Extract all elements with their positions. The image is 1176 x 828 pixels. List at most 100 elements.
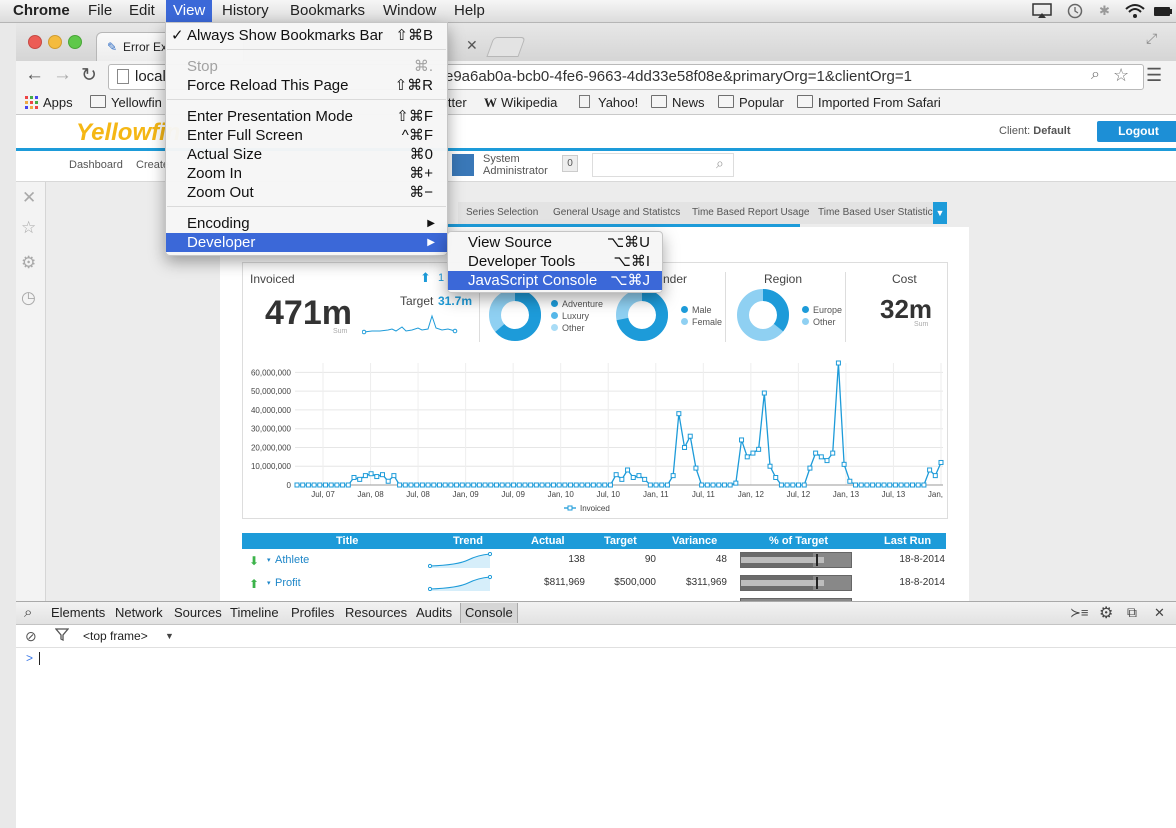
menu-item-label: View Source <box>468 234 552 251</box>
star-icon[interactable]: ☆ <box>21 218 36 238</box>
menu-item-enter-presentation-mode[interactable]: Enter Presentation Mode ⇧⌘F <box>166 107 447 126</box>
history-icon[interactable]: ◷ <box>21 288 36 308</box>
bookmark-apps[interactable]: Apps <box>25 95 73 111</box>
tabs-dropdown-icon[interactable]: ▼ <box>933 202 947 224</box>
zoom-window-button[interactable] <box>68 35 82 49</box>
avatar[interactable] <box>452 154 474 176</box>
menu-window[interactable]: Window <box>376 0 443 22</box>
bookmark-twitter[interactable]: itter <box>445 95 467 111</box>
reload-icon[interactable]: ↻ <box>81 64 97 87</box>
menu-help[interactable]: Help <box>447 0 492 22</box>
frame-selector[interactable]: <top frame> <box>83 629 148 643</box>
category-donut <box>489 289 541 341</box>
filter-icon[interactable] <box>54 627 70 644</box>
fullscreen-icon[interactable]: ⤢ <box>1146 30 1157 47</box>
tab-series-selection[interactable]: Series Selection <box>458 202 548 224</box>
data-point <box>682 444 688 450</box>
forward-arrow-icon[interactable]: → <box>53 64 72 86</box>
col-variance[interactable]: Variance <box>672 533 717 549</box>
menu-view[interactable]: View <box>166 0 213 22</box>
menu-history[interactable]: History <box>215 0 276 22</box>
menu-item-force-reload[interactable]: Force Reload This Page ⇧⌘R <box>166 76 447 95</box>
logout-button[interactable]: Logout <box>1097 121 1176 142</box>
data-point <box>573 482 579 488</box>
col-trend[interactable]: Trend <box>453 533 483 549</box>
devtools-tab-audits[interactable]: Audits <box>412 603 456 623</box>
back-arrow-icon[interactable]: ← <box>25 64 44 86</box>
col-target[interactable]: Target <box>604 533 637 549</box>
devtools-tab-sources[interactable]: Sources <box>170 603 226 623</box>
data-point <box>687 433 693 439</box>
wifi-icon[interactable] <box>1124 3 1146 19</box>
col-actual[interactable]: Actual <box>531 533 565 549</box>
bookmark-popular[interactable]: Popular <box>718 95 784 111</box>
tab-close-icon[interactable]: ✕ <box>466 37 478 54</box>
devtools-tab-resources[interactable]: Resources <box>341 603 411 623</box>
menu-item-stop[interactable]: Stop ⌘. <box>166 57 447 76</box>
devtools-tab-network[interactable]: Network <box>111 603 167 623</box>
gear-icon[interactable]: ⚙ <box>1099 603 1113 623</box>
dock-icon[interactable]: ⧉ <box>1127 604 1137 621</box>
bluetooth-icon[interactable]: ✱ <box>1099 3 1110 19</box>
tab-time-based-user-statistics[interactable]: Time Based User Statistics <box>810 202 947 224</box>
bookmark-yahoo[interactable]: Yahoo! <box>579 95 638 111</box>
tab-time-based-report-usage[interactable]: Time Based Report Usage <box>684 202 819 224</box>
minimize-window-button[interactable] <box>48 35 62 49</box>
devtools-tab-timeline[interactable]: Timeline <box>226 603 283 623</box>
close-icon[interactable]: ✕ <box>22 188 36 208</box>
airplay-icon[interactable] <box>1032 3 1052 19</box>
menu-file[interactable]: File <box>81 0 119 22</box>
menu-item-developer-tools[interactable]: Developer Tools ⌥⌘I <box>448 252 662 271</box>
col-pct-target[interactable]: % of Target <box>769 533 828 549</box>
search-icon[interactable]: ⌕ <box>1091 66 1100 84</box>
devtools-tab-profiles[interactable]: Profiles <box>287 603 338 623</box>
clear-console-icon[interactable]: ⊘ <box>25 628 37 645</box>
data-point <box>704 482 710 488</box>
hamburger-menu-icon[interactable]: ☰ <box>1146 65 1162 86</box>
gear-icon[interactable]: ⚙ <box>21 253 36 273</box>
menu-bookmarks[interactable]: Bookmarks <box>283 0 372 22</box>
data-point <box>414 482 420 488</box>
menu-item-zoom-in[interactable]: Zoom In ⌘+ <box>166 164 447 183</box>
menu-item-view-source[interactable]: View Source ⌥⌘U <box>448 233 662 252</box>
menu-item-always-show-bookmarks-bar[interactable]: ✓ Always Show Bookmarks Bar ⇧⌘B <box>166 26 447 45</box>
search-icon[interactable]: ⌕ <box>716 155 724 172</box>
devtools-tab-elements[interactable]: Elements <box>47 603 109 623</box>
console-input[interactable] <box>39 652 40 665</box>
row-expand-icon[interactable]: ▾ <box>267 579 271 587</box>
time-machine-icon[interactable] <box>1066 3 1084 19</box>
menu-item-enter-full-screen[interactable]: Enter Full Screen ^⌘F <box>166 126 447 145</box>
data-point <box>824 458 830 464</box>
notification-badge[interactable]: 0 <box>562 155 578 172</box>
inspect-search-icon[interactable]: ⌕ <box>24 604 32 621</box>
close-window-button[interactable] <box>28 35 42 49</box>
nav-dashboard[interactable]: Dashboard <box>69 159 123 171</box>
bookmark-news[interactable]: News <box>651 95 705 111</box>
col-title[interactable]: Title <box>336 533 358 549</box>
data-point <box>636 473 642 479</box>
tab-general-usage[interactable]: General Usage and Statistcs <box>545 202 690 224</box>
row-title-link[interactable]: Athlete <box>275 553 309 567</box>
search-input[interactable] <box>592 153 734 177</box>
star-icon[interactable]: ☆ <box>1113 65 1129 86</box>
chevron-down-icon[interactable]: ▼ <box>165 631 174 641</box>
col-last-run[interactable]: Last Run <box>884 533 931 549</box>
row-expand-icon[interactable]: ▾ <box>267 556 271 564</box>
menu-item-developer[interactable]: Developer ▶ <box>166 233 447 252</box>
bookmark-wikipedia[interactable]: W Wikipedia <box>484 95 557 111</box>
devtools-tab-console[interactable]: Console <box>460 603 518 623</box>
menu-item-actual-size[interactable]: Actual Size ⌘0 <box>166 145 447 164</box>
row-title-link[interactable]: Profit <box>275 576 301 590</box>
drawer-toggle-icon[interactable]: ≻≡ <box>1070 605 1088 621</box>
data-point <box>493 482 499 488</box>
menu-item-encoding[interactable]: Encoding ▶ <box>166 214 447 233</box>
menu-item-javascript-console[interactable]: JavaScript Console ⌥⌘J <box>448 271 662 290</box>
menu-chrome[interactable]: Chrome <box>6 0 77 22</box>
close-devtools-icon[interactable]: ✕ <box>1154 605 1165 621</box>
bookmark-yellowfin[interactable]: Yellowfin <box>90 95 162 111</box>
bookmark-imported-from-safari[interactable]: Imported From Safari <box>797 95 941 111</box>
user-name[interactable]: System Administrator <box>483 153 548 177</box>
battery-icon[interactable] <box>1153 3 1173 19</box>
menu-edit[interactable]: Edit <box>122 0 162 22</box>
menu-item-zoom-out[interactable]: Zoom Out ⌘− <box>166 183 447 202</box>
